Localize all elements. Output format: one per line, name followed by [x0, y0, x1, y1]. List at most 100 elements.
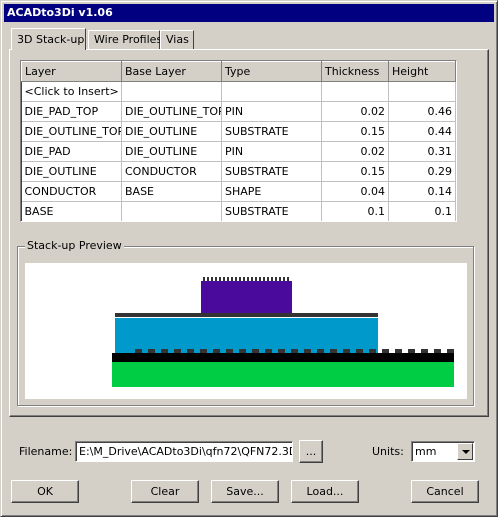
die-top-pad — [203, 277, 205, 281]
col-header-layer[interactable]: Layer — [21, 61, 122, 82]
conductor-pad — [395, 349, 402, 353]
insert-row[interactable]: <Click to Insert> — [21, 81, 456, 102]
window-title: ACADto3Di v1.06 — [7, 6, 113, 19]
cell-layer[interactable]: CONDUCTOR — [21, 181, 122, 202]
units-value: mm — [415, 445, 437, 458]
tab-wire-profiles[interactable]: Wire Profiles — [88, 30, 162, 50]
cell-height[interactable]: 0.14 — [388, 181, 456, 202]
die-top-pad — [271, 277, 273, 281]
die-pad-row — [115, 313, 378, 317]
col-header-type[interactable]: Type — [221, 61, 322, 82]
tab-vias[interactable]: Vias — [160, 30, 194, 50]
cell-type[interactable]: SHAPE — [221, 181, 322, 202]
conductor-pad — [408, 349, 415, 353]
die-top-pad — [223, 277, 225, 281]
table-row[interactable]: CONDUCTOR BASE SHAPE 0.04 0.14 — [21, 181, 456, 202]
cell-type[interactable]: SUBSTRATE — [221, 201, 322, 221]
filename-label: Filename: — [19, 445, 73, 458]
table-header-row: Layer Base Layer Type Thickness Height — [21, 61, 456, 82]
cell-thickness[interactable]: 0.02 — [321, 101, 389, 122]
die-top-pad — [279, 277, 281, 281]
units-select[interactable]: mm — [411, 441, 475, 462]
filename-field[interactable]: E:\M_Drive\ACADto3Di\qfn72\QFN72.3Di — [75, 441, 293, 462]
die-top-pad — [243, 277, 245, 281]
stackup-table[interactable]: Layer Base Layer Type Thickness Height <… — [20, 60, 457, 222]
insert-row-cell[interactable]: <Click to Insert> — [21, 81, 122, 102]
main-window: ACADto3Di v1.06 3D Stack-up Wire Profile… — [0, 0, 498, 517]
conductor-pad — [135, 349, 142, 353]
conductor-pad — [200, 349, 207, 353]
cell-layer[interactable]: DIE_PAD — [21, 141, 122, 162]
title-bar: ACADto3Di v1.06 — [4, 4, 494, 22]
conductor-pad — [226, 349, 233, 353]
conductor-pad — [213, 349, 220, 353]
cell-base-layer[interactable]: BASE — [121, 181, 222, 202]
col-header-thickness[interactable]: Thickness — [321, 61, 389, 82]
clear-button[interactable]: Clear — [131, 480, 199, 503]
layer-die-top — [201, 281, 292, 313]
cell-layer[interactable]: DIE_PAD_TOP — [21, 101, 122, 122]
layer-base — [112, 362, 454, 387]
cell-base-layer[interactable]: DIE_OUTLINE_TOP — [121, 101, 222, 122]
die-top-pad — [211, 277, 213, 281]
cell-thickness[interactable]: 0.04 — [321, 181, 389, 202]
cell-base-layer[interactable]: DIE_OUTLINE — [121, 141, 222, 162]
cell-layer[interactable]: DIE_OUTLINE — [21, 161, 122, 182]
layer-die-outline — [115, 318, 378, 353]
cell-thickness[interactable]: 0.1 — [321, 201, 389, 221]
die-top-pad — [227, 277, 229, 281]
die-top-pad — [247, 277, 249, 281]
cancel-button[interactable]: Cancel — [411, 480, 479, 503]
conductor-pad — [343, 349, 350, 353]
cell-height[interactable]: 0.44 — [388, 121, 456, 142]
cell-type[interactable]: PIN — [221, 141, 322, 162]
die-top-pad — [231, 277, 233, 281]
cell-height[interactable]: 0.31 — [388, 141, 456, 162]
cell-type[interactable]: PIN — [221, 101, 322, 122]
conductor-pad — [356, 349, 363, 353]
cell-thickness[interactable]: 0.02 — [321, 141, 389, 162]
col-header-base-layer[interactable]: Base Layer — [121, 61, 222, 82]
layer-conductor — [112, 353, 454, 362]
die-top-pad — [283, 277, 285, 281]
cell-height[interactable]: 0.46 — [388, 101, 456, 122]
conductor-pad — [265, 349, 272, 353]
conductor-pad — [369, 349, 376, 353]
cell-height[interactable]: 0.1 — [388, 201, 456, 221]
conductor-pad — [304, 349, 311, 353]
save-button[interactable]: Save... — [211, 480, 279, 503]
die-top-pad — [263, 277, 265, 281]
browse-button[interactable]: ... — [299, 440, 323, 463]
conductor-pad — [421, 349, 428, 353]
die-top-pad — [219, 277, 221, 281]
conductor-pad — [434, 349, 441, 353]
die-top-pad — [267, 277, 269, 281]
cell-height[interactable]: 0.29 — [388, 161, 456, 182]
load-button[interactable]: Load... — [291, 480, 359, 503]
die-top-pad — [207, 277, 209, 281]
table-row[interactable]: DIE_OUTLINE CONDUCTOR SUBSTRATE 0.15 0.2… — [21, 161, 456, 182]
cell-type[interactable]: SUBSTRATE — [221, 121, 322, 142]
tab-3d-stackup[interactable]: 3D Stack-up — [11, 28, 86, 50]
cell-thickness[interactable]: 0.15 — [321, 121, 389, 142]
cell-base-layer[interactable]: CONDUCTOR — [121, 161, 222, 182]
cell-base-layer[interactable]: DIE_OUTLINE — [121, 121, 222, 142]
chevron-down-icon[interactable] — [457, 443, 473, 460]
conductor-pad — [291, 349, 298, 353]
conductor-pad — [330, 349, 337, 353]
col-header-height[interactable]: Height — [388, 61, 456, 82]
table-row[interactable]: DIE_PAD_TOP DIE_OUTLINE_TOP PIN 0.02 0.4… — [21, 101, 456, 122]
ok-button[interactable]: OK — [11, 480, 79, 503]
table-row[interactable]: DIE_PAD DIE_OUTLINE PIN 0.02 0.31 — [21, 141, 456, 162]
table-row[interactable]: DIE_OUTLINE_TOP DIE_OUTLINE SUBSTRATE 0.… — [21, 121, 456, 142]
cell-base-layer[interactable] — [121, 201, 222, 221]
conductor-pad — [252, 349, 259, 353]
cell-layer[interactable]: BASE — [21, 201, 122, 221]
conductor-pad — [161, 349, 168, 353]
cell-layer[interactable]: DIE_OUTLINE_TOP — [21, 121, 122, 142]
cell-type[interactable]: SUBSTRATE — [221, 161, 322, 182]
table-row[interactable]: BASE SUBSTRATE 0.1 0.1 — [21, 201, 456, 221]
die-top-pad — [251, 277, 253, 281]
die-top-pad — [239, 277, 241, 281]
cell-thickness[interactable]: 0.15 — [321, 161, 389, 182]
